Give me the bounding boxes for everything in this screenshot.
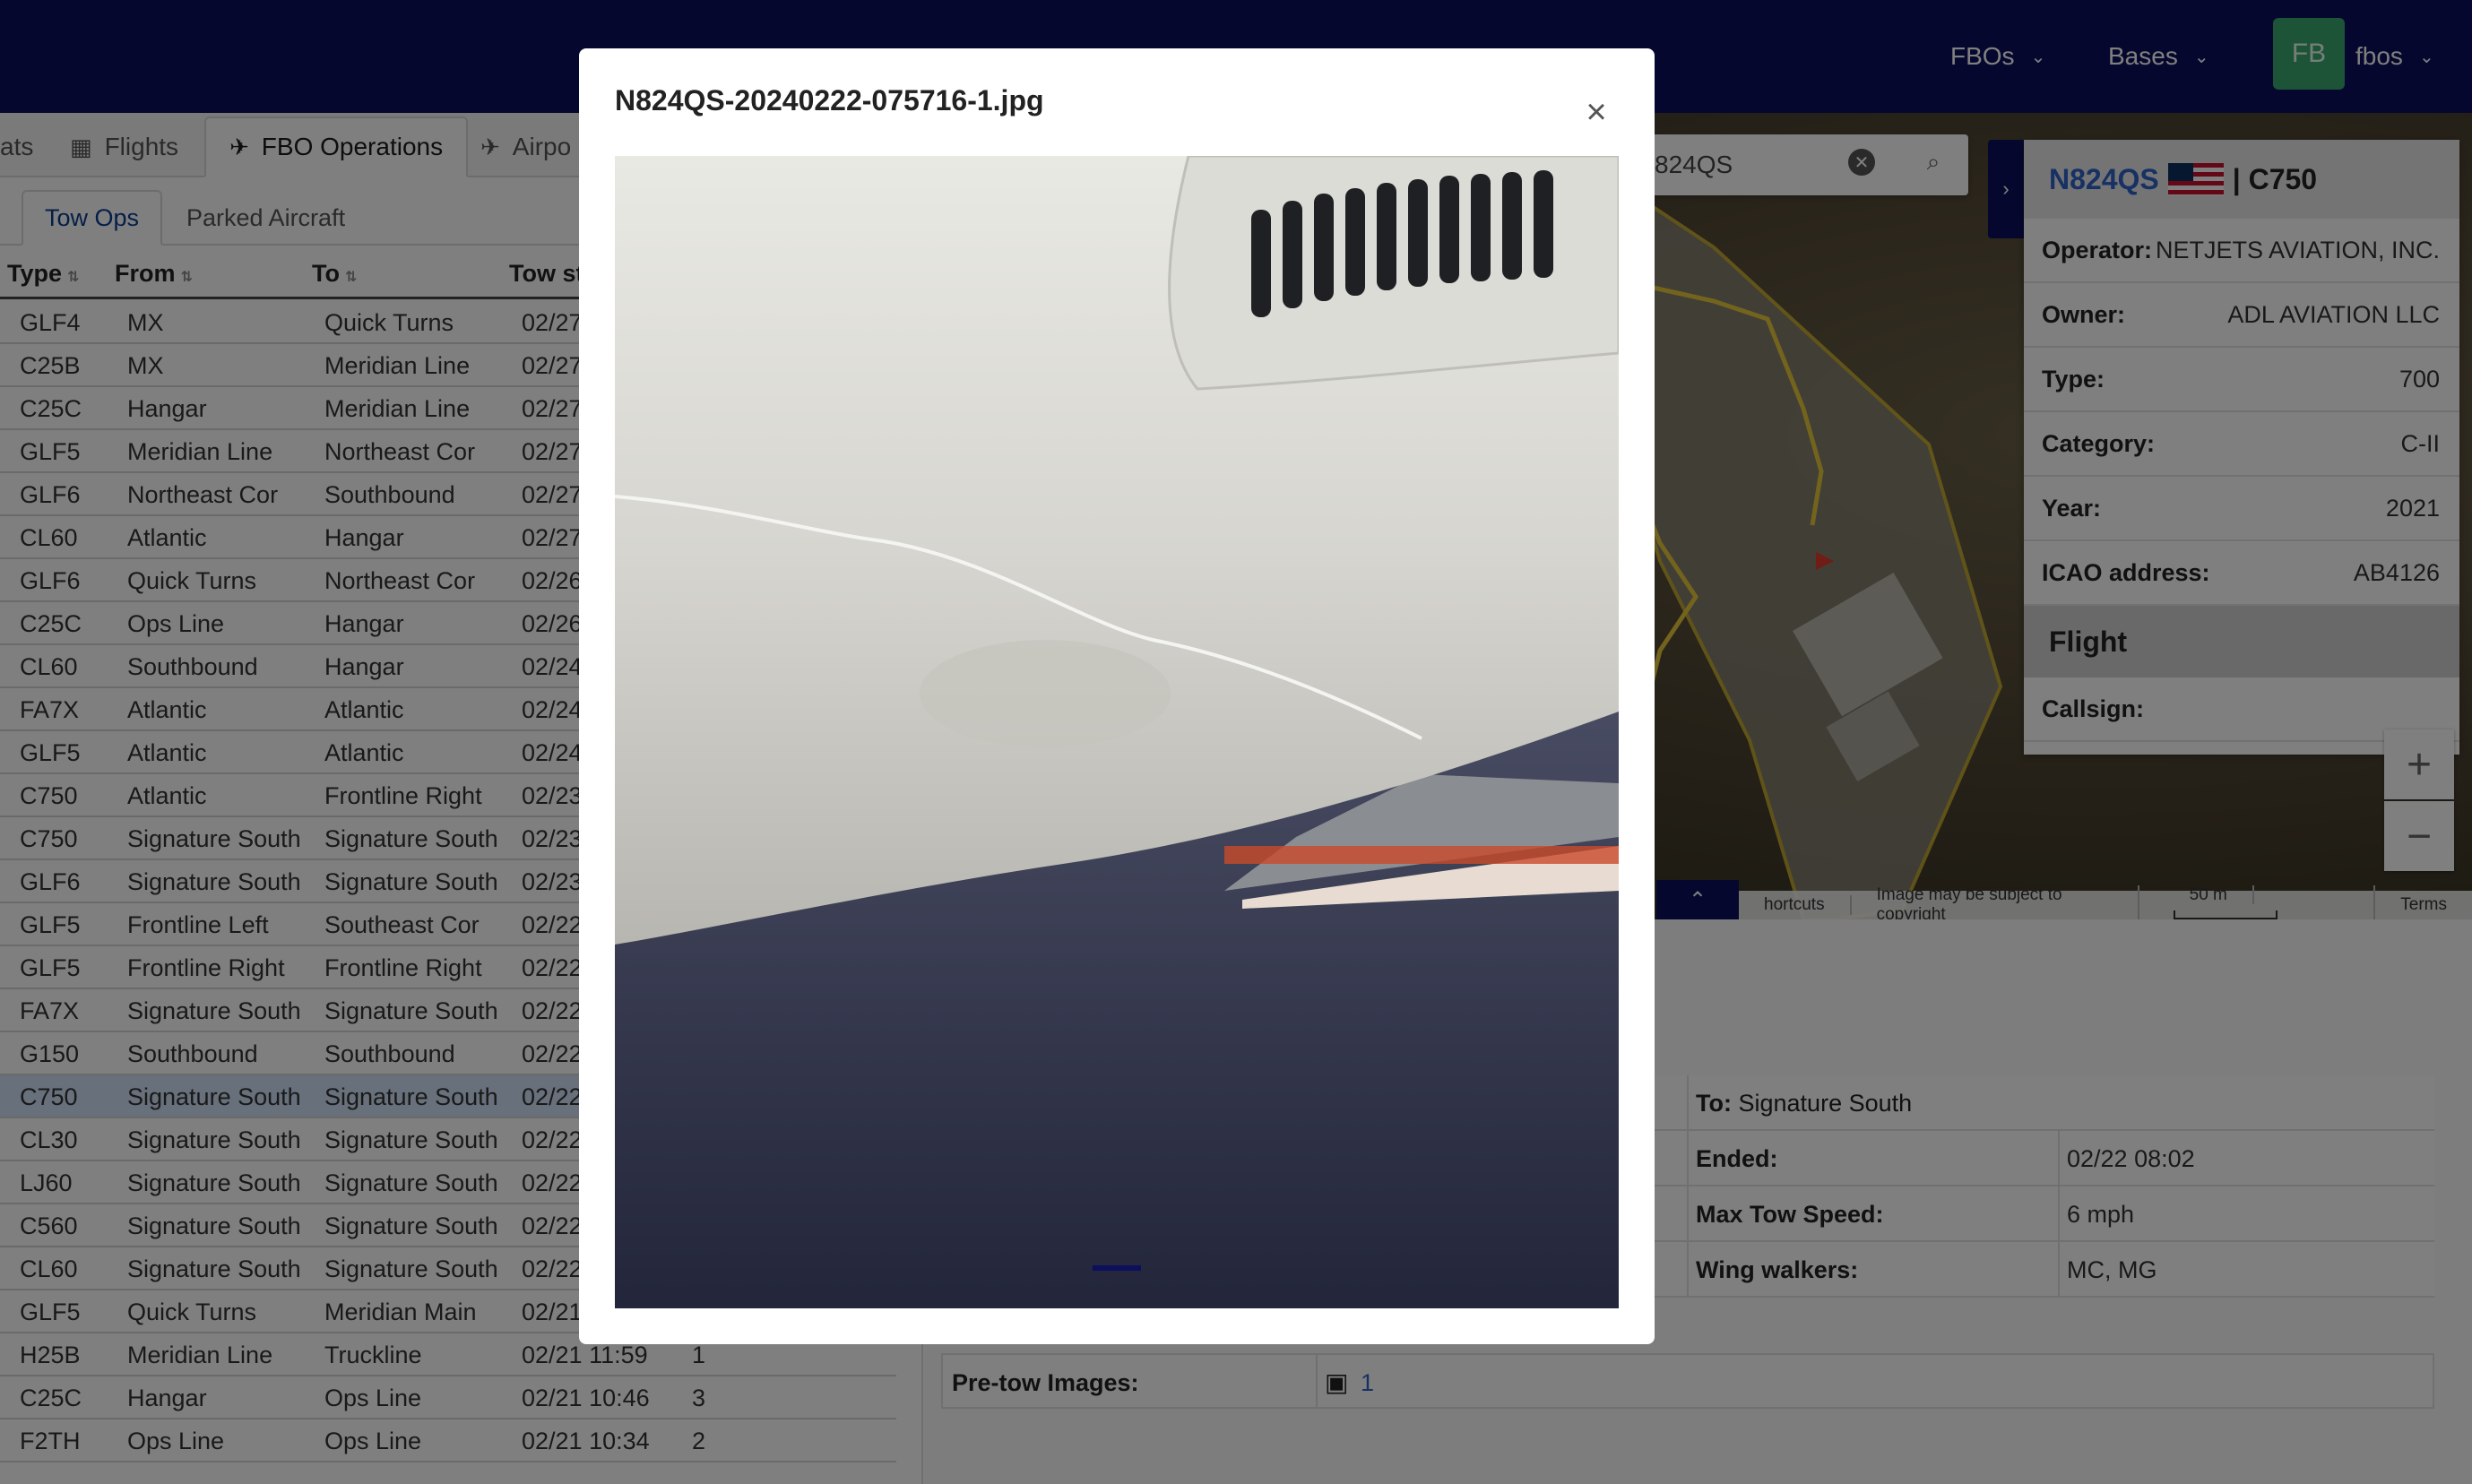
- close-icon[interactable]: ×: [1574, 90, 1619, 134]
- carousel-indicator[interactable]: [1093, 1265, 1141, 1271]
- modal-title: N824QS-20240222-075716-1.jpg: [615, 84, 1044, 116]
- pretow-photo: [615, 156, 1619, 1308]
- image-modal: N824QS-20240222-075716-1.jpg ×: [579, 48, 1655, 1344]
- barrier: [1224, 846, 1619, 864]
- aircraft-damage-photo: [615, 156, 1619, 1308]
- dent: [920, 640, 1171, 747]
